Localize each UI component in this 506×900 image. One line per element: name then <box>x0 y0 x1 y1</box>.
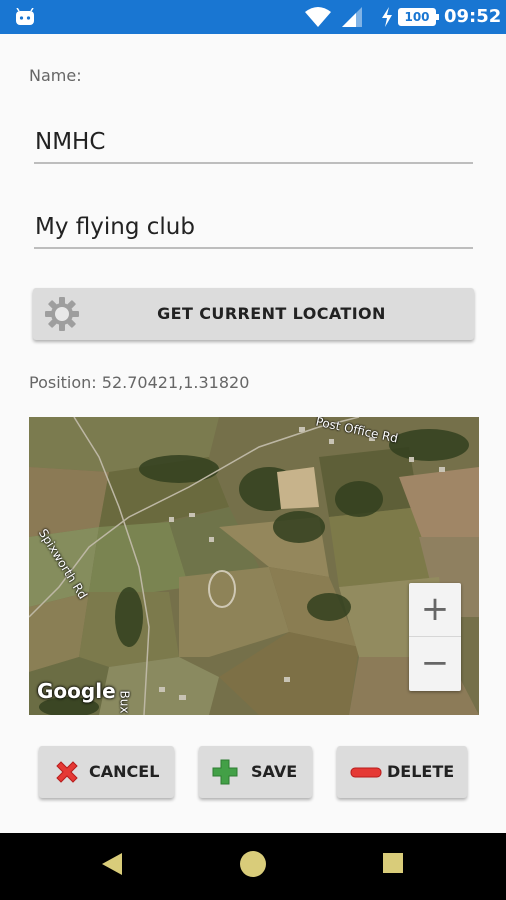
home-icon[interactable] <box>236 833 270 900</box>
google-logo: Google <box>37 679 116 703</box>
status-bar: 100 09:52 <box>0 0 506 34</box>
plus-icon <box>212 759 238 785</box>
get-current-location-label: GET CURRENT LOCATION <box>157 304 386 323</box>
name-field[interactable]: NMHC <box>34 124 473 164</box>
map-view[interactable]: Post Office Rd Spixworth Rd Bux Google +… <box>29 417 479 715</box>
name-label: Name: <box>29 66 82 85</box>
signal-icon <box>342 7 362 27</box>
charging-icon <box>382 7 392 27</box>
delete-label: DELETE <box>387 762 455 781</box>
clock: 09:52 <box>444 6 502 27</box>
battery-level: 100 <box>404 10 430 24</box>
save-label: SAVE <box>251 762 298 781</box>
zoom-out-button[interactable]: − <box>409 637 461 691</box>
battery-icon: 100 <box>398 8 439 26</box>
cancel-button[interactable]: CANCEL <box>39 746 174 798</box>
description-field[interactable]: My flying club <box>34 209 473 249</box>
position-text: Position: 52.70421,1.31820 <box>29 373 250 392</box>
cancel-x-icon <box>56 761 78 783</box>
minus-icon <box>350 767 382 778</box>
cancel-label: CANCEL <box>89 762 160 781</box>
zoom-in-button[interactable]: + <box>409 583 461 637</box>
navigation-bar <box>0 833 506 900</box>
wifi-icon <box>305 7 331 27</box>
get-current-location-button[interactable]: GET CURRENT LOCATION <box>33 288 474 340</box>
back-icon[interactable] <box>96 833 130 900</box>
recent-apps-icon[interactable] <box>376 833 410 900</box>
zoom-controls: + − <box>409 583 461 691</box>
android-icon <box>16 8 34 25</box>
road-label-bux: Bux <box>117 690 132 714</box>
delete-button[interactable]: DELETE <box>337 746 467 798</box>
save-button[interactable]: SAVE <box>199 746 312 798</box>
